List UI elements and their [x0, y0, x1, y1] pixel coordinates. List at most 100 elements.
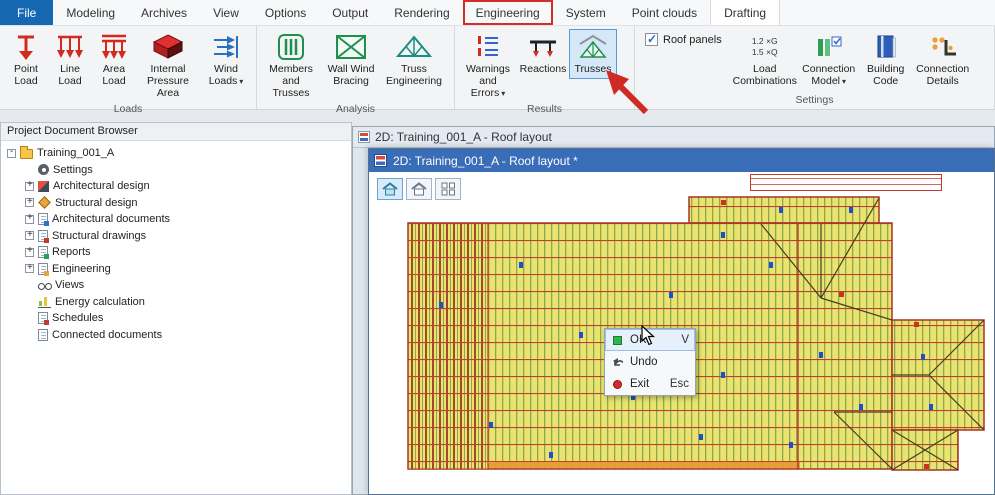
chevron-down-icon — [237, 75, 243, 87]
tab-point-clouds[interactable]: Point clouds — [619, 0, 710, 25]
line-load-button[interactable]: Line Load — [48, 29, 92, 91]
expand-icon[interactable] — [25, 248, 34, 257]
ribbon-group-loads: Point Load Line Load Area Load Internal … — [0, 26, 257, 109]
tree-item-architectural-documents[interactable]: Architectural documents — [3, 211, 349, 228]
ok-shortcut: V — [681, 334, 689, 346]
warnings-and-errors-icon — [475, 32, 501, 62]
connected-documents-icon — [38, 329, 48, 341]
ok-icon — [612, 336, 623, 345]
internal-pressure-area-button[interactable]: Internal Pressure Area — [136, 29, 200, 102]
area-load-label: Area Load — [94, 64, 134, 88]
tab-view[interactable]: View — [200, 0, 252, 25]
expand-icon[interactable] — [25, 182, 34, 191]
tab-engineering[interactable]: Engineering — [463, 0, 553, 25]
folder-icon — [20, 149, 33, 159]
tab-archives[interactable]: Archives — [128, 0, 200, 25]
tree-item-connected-documents[interactable]: Connected documents — [3, 327, 349, 344]
tab-system[interactable]: System — [553, 0, 619, 25]
gear-icon — [38, 164, 49, 175]
tree-item-label: Settings — [53, 164, 93, 176]
group-label-results: Results — [455, 102, 634, 118]
connection-model-icon — [815, 32, 843, 62]
truss-engineering-button[interactable]: Truss Engineering — [381, 29, 447, 91]
view-mode-button-3[interactable] — [435, 178, 461, 200]
tree-item-settings[interactable]: Settings — [3, 162, 349, 179]
drawing-icon — [38, 230, 48, 242]
tree-item-label: Views — [55, 279, 84, 291]
tree-item-root[interactable]: Training_001_A — [3, 145, 349, 162]
expand-icon[interactable] — [25, 264, 34, 273]
group-label-analysis: Analysis — [257, 102, 454, 118]
context-menu-item-exit[interactable]: Exit Esc — [605, 373, 695, 395]
tree-item-structural-drawings[interactable]: Structural drawings — [3, 228, 349, 245]
tree-item-views[interactable]: Views — [3, 277, 349, 294]
tree-item-energy-calculation[interactable]: Energy calculation — [3, 294, 349, 311]
front-window-icon — [374, 154, 387, 167]
document-tree: Training_001_A Settings Architectural de… — [1, 141, 351, 343]
drawing-canvas[interactable]: OK V Undo Exit Esc — [369, 172, 994, 494]
tree-item-label: Reports — [52, 246, 91, 258]
view-mode-button-1[interactable] — [377, 178, 403, 200]
internal-pressure-area-icon — [152, 32, 184, 62]
expand-icon[interactable] — [25, 215, 34, 224]
load-combo-line2: 1.5 ×Q — [752, 47, 778, 58]
tree-item-reports[interactable]: Reports — [3, 244, 349, 261]
wall-wind-bracing-button[interactable]: Wall Wind Bracing — [321, 29, 381, 91]
ribbon: Point Load Line Load Area Load Internal … — [0, 26, 995, 110]
context-menu-item-ok[interactable]: OK V — [605, 329, 695, 351]
ribbon-group-settings: Roof panels 1.2 ×G 1.5 ×Q Load Combinati… — [635, 26, 995, 109]
area-load-button[interactable]: Area Load — [92, 29, 136, 91]
warnings-and-errors-button[interactable]: Warnings and Errors — [459, 29, 517, 102]
connection-details-icon — [929, 32, 957, 62]
point-load-button[interactable]: Point Load — [4, 29, 48, 91]
trusses-label: Trusses — [575, 64, 612, 76]
members-and-trusses-button[interactable]: Members and Trusses — [261, 29, 321, 102]
roof-panels-checkbox[interactable] — [645, 33, 658, 46]
tab-options[interactable]: Options — [252, 0, 319, 25]
panel-title: Project Document Browser — [1, 123, 351, 141]
view-toolbar — [377, 178, 461, 200]
roof-panels-checkbox-row[interactable]: Roof panels — [645, 33, 722, 46]
grid-icon — [441, 182, 456, 196]
view-mode-button-2[interactable] — [406, 178, 432, 200]
line-load-label: Line Load — [50, 64, 90, 88]
tab-file[interactable]: File — [0, 0, 53, 25]
truss-engineering-icon — [396, 32, 432, 62]
energy-calculation-icon — [38, 296, 51, 308]
back-window-titlebar[interactable]: 2D: Training_001_A - Roof layout — [353, 127, 994, 148]
building-code-button[interactable]: Building Code — [860, 29, 912, 91]
reactions-button[interactable]: Reactions — [517, 29, 569, 79]
architectural-design-icon — [38, 181, 49, 192]
window-roof-layout-front[interactable]: 2D: Training_001_A - Roof layout * — [368, 148, 995, 495]
trusses-button[interactable]: Trusses — [569, 29, 617, 79]
tree-item-schedules[interactable]: Schedules — [3, 310, 349, 327]
tree-item-engineering[interactable]: Engineering — [3, 261, 349, 278]
expand-icon[interactable] — [25, 198, 34, 207]
connection-details-label: Connection Details — [914, 64, 972, 88]
expand-icon[interactable] — [25, 231, 34, 240]
house-outline-icon — [411, 182, 427, 196]
tab-rendering[interactable]: Rendering — [381, 0, 462, 25]
tab-output[interactable]: Output — [319, 0, 381, 25]
front-window-titlebar[interactable]: 2D: Training_001_A - Roof layout * — [369, 149, 994, 172]
collapse-icon[interactable] — [7, 149, 16, 158]
tree-item-label: Structural drawings — [52, 230, 146, 242]
reactions-icon — [527, 32, 559, 62]
context-menu: OK V Undo Exit Esc — [604, 328, 696, 396]
wind-loads-button[interactable]: Wind Loads — [200, 29, 252, 91]
tab-modeling[interactable]: Modeling — [53, 0, 128, 25]
trusses-icon — [578, 32, 608, 62]
connection-details-button[interactable]: Connection Details — [912, 29, 974, 91]
tree-item-structural-design[interactable]: Structural design — [3, 195, 349, 212]
chevron-down-icon — [499, 87, 505, 99]
structural-design-icon — [38, 196, 51, 209]
tree-item-architectural-design[interactable]: Architectural design — [3, 178, 349, 195]
load-combinations-button[interactable]: 1.2 ×G 1.5 ×Q Load Combinations — [732, 29, 798, 91]
tab-drafting[interactable]: Drafting — [710, 0, 780, 25]
connection-model-button[interactable]: Connection Model — [798, 29, 860, 91]
exit-icon — [612, 380, 623, 389]
exit-label: Exit — [630, 378, 649, 390]
context-menu-item-undo[interactable]: Undo — [605, 351, 695, 373]
back-window-icon — [358, 131, 370, 143]
truss-engineering-label: Truss Engineering — [383, 64, 445, 88]
